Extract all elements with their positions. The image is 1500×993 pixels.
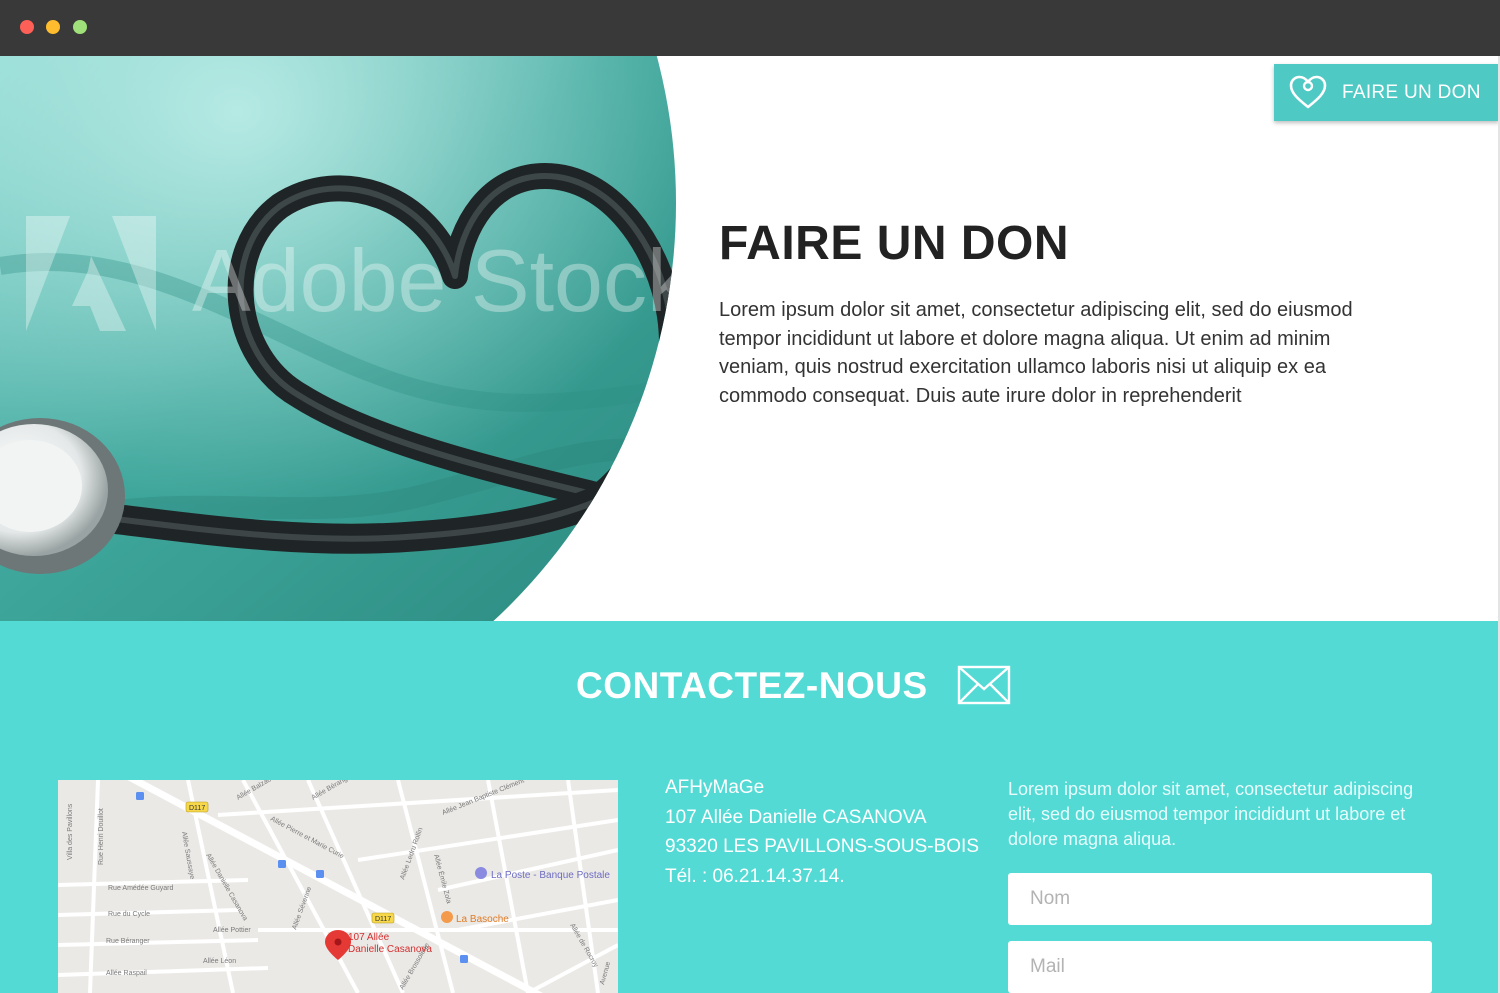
map-marker-label: Danielle Casanova	[348, 944, 432, 955]
phone-number: Tél. : 06.21.14.37.14.	[665, 865, 845, 887]
map-street: Allée Léon	[203, 958, 236, 965]
contact-section: CONTACTEZ-NOUS Villa des Pavillons Rue H…	[0, 621, 1500, 993]
map-street: Allée Pottier	[213, 927, 251, 934]
maximize-window-button[interactable]	[73, 20, 87, 34]
road-badge: D117	[375, 916, 391, 923]
map-marker-label: 107 Allée	[348, 932, 390, 943]
donate-button-label: FAIRE UN DON	[1342, 81, 1481, 103]
minimize-window-button[interactable]	[46, 20, 60, 34]
map-street: Rue Henri Douillot	[98, 808, 105, 865]
close-window-button[interactable]	[20, 20, 34, 34]
map-poi-restaurant: La Basoche	[456, 914, 509, 925]
envelope-icon	[957, 665, 1011, 705]
heart-icon	[1289, 75, 1327, 108]
map-street: Allée Raspail	[106, 970, 147, 977]
watermark-text: Adobe Stock	[192, 231, 676, 330]
org-name: AFHyMaGe	[665, 777, 765, 798]
contact-address: AFHyMaGe 107 Allée Danielle CASANOVA 933…	[665, 773, 979, 891]
map-street: Rue du Cycle	[108, 911, 150, 918]
donate-button[interactable]: FAIRE UN DON	[1274, 64, 1499, 121]
road-badge: D117	[189, 805, 205, 812]
map-street: Rue Amédée Guyard	[108, 885, 173, 892]
map-poi-post: La Poste - Banque Postale	[491, 870, 610, 881]
contact-intro: Lorem ipsum dolor sit amet, consectetur …	[1008, 779, 1414, 849]
window-titlebar	[0, 0, 1500, 56]
page-title: FAIRE UN DON	[719, 217, 1070, 270]
contact-title: CONTACTEZ-NOUS	[576, 665, 928, 706]
city-address: 93320 LES PAVILLONS-SOUS-BOIS	[665, 836, 979, 857]
location-map[interactable]: Villa des Pavillons Rue Henri Douillot A…	[58, 780, 618, 993]
hero-description: Lorem ipsum dolor sit amet, consectetur …	[719, 299, 1353, 407]
map-street: Villa des Pavillons	[67, 803, 74, 860]
email-field[interactable]	[1008, 941, 1432, 993]
name-field[interactable]	[1008, 873, 1432, 925]
street-address: 107 Allée Danielle CASANOVA	[665, 806, 927, 828]
page: Adobe Stock FAIRE UN DON FAIRE UN DON Lo…	[0, 56, 1500, 993]
map-street: Rue Béranger	[106, 938, 150, 945]
